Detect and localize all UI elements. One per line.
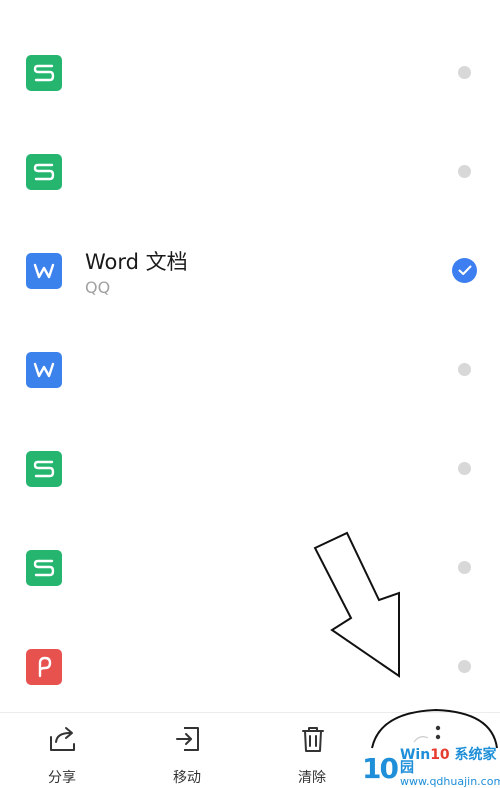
spreadsheet-icon	[26, 55, 62, 91]
trash-icon	[302, 727, 324, 752]
share-icon	[50, 727, 75, 751]
select-indicator[interactable]	[458, 462, 471, 475]
watermark-url: www.qdhuajin.com	[399, 775, 500, 788]
spreadsheet-icon	[26, 451, 62, 487]
word-doc-icon	[26, 253, 62, 289]
spreadsheet-icon	[26, 154, 62, 190]
watermark-title: Win10 系统家园	[399, 747, 497, 776]
move-label: 移动	[173, 770, 201, 786]
clear-label: 清除	[298, 770, 326, 786]
selected-check-icon[interactable]	[452, 258, 477, 283]
file-row[interactable]	[0, 24, 500, 123]
select-indicator[interactable]	[458, 561, 471, 574]
select-indicator[interactable]	[458, 66, 471, 79]
watermark-logo: 10 Win10 系统家园 www.qdhuajin.com	[362, 748, 500, 788]
file-name: Word 文档	[85, 250, 188, 274]
move-icon	[176, 727, 199, 751]
file-row[interactable]	[0, 618, 500, 717]
select-indicator[interactable]	[458, 165, 471, 178]
file-row[interactable]	[0, 519, 500, 618]
select-indicator[interactable]	[458, 363, 471, 376]
spreadsheet-icon	[26, 550, 62, 586]
file-row-selected[interactable]	[0, 222, 500, 321]
clear-button[interactable]: 清除	[277, 723, 347, 786]
file-row[interactable]	[0, 420, 500, 519]
file-row[interactable]	[0, 123, 500, 222]
share-button[interactable]: 分享	[27, 723, 97, 786]
move-button[interactable]: 移动	[152, 723, 222, 786]
file-list: Word 文档 QQ	[0, 0, 500, 712]
watermark-badge: 10	[362, 751, 399, 785]
pdf-icon	[26, 649, 62, 685]
select-indicator[interactable]	[458, 660, 471, 673]
word-doc-icon	[26, 352, 62, 388]
file-row[interactable]	[0, 321, 500, 420]
file-source: QQ	[85, 278, 111, 297]
share-label: 分享	[48, 770, 76, 786]
